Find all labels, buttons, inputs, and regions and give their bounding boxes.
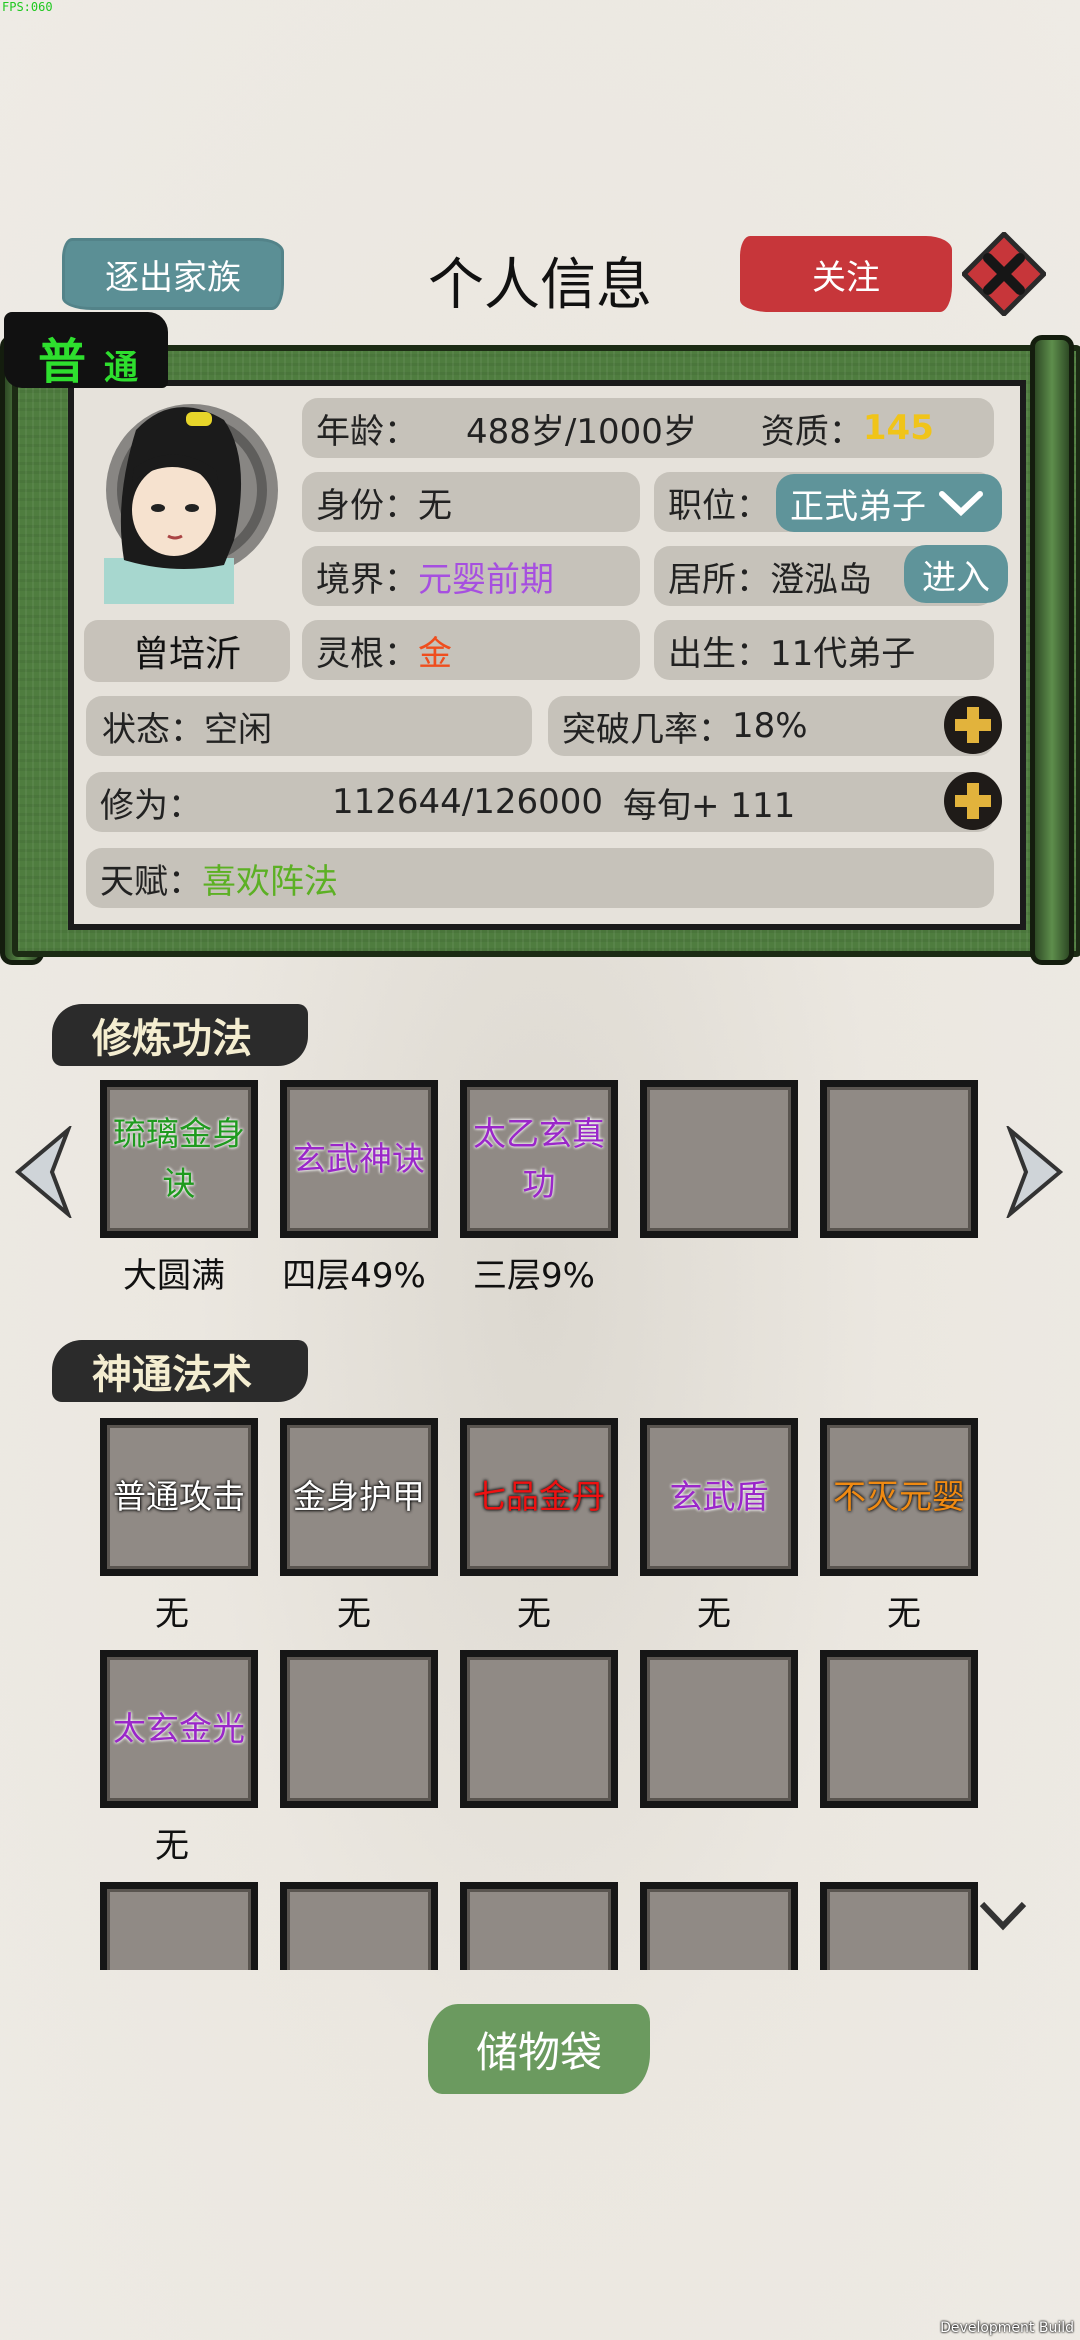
enter-residence-button[interactable]: 进入 — [904, 545, 1008, 603]
residence-label: 居所： — [668, 559, 770, 600]
technique-name: 玄武神诀 — [293, 1139, 425, 1178]
spell-name: 玄武盾 — [669, 1477, 769, 1516]
spell-slot-1[interactable]: 普通攻击 — [100, 1418, 258, 1576]
plus-icon — [955, 707, 991, 743]
residence-value: 澄泓岛 — [770, 559, 872, 600]
spell-slot-10[interactable] — [820, 1650, 978, 1808]
spell-slot-7[interactable] — [280, 1650, 438, 1808]
techniques-section-title: 修炼功法 — [52, 1004, 308, 1066]
spell-name: 不灭元婴 — [833, 1477, 965, 1516]
age-value: 488岁/1000岁 — [466, 411, 697, 452]
grade-char-2: 通 — [104, 348, 138, 388]
technique-name: 琉璃金身诀 — [113, 1114, 245, 1203]
spell-slot-14[interactable] — [640, 1882, 798, 1970]
expel-from-family-button[interactable]: 逐出家族 — [62, 238, 284, 310]
close-button[interactable] — [960, 230, 1048, 318]
technique-slot-5[interactable] — [820, 1080, 978, 1238]
techniques-prev-arrow[interactable] — [14, 1123, 73, 1222]
technique-progress: 大圆满 — [123, 1256, 225, 1296]
talent-field: 天赋： 喜欢阵法 — [86, 848, 994, 908]
cultivation-plus-button[interactable] — [944, 772, 1002, 830]
spell-slot-15[interactable] — [820, 1882, 978, 1970]
spell-slot-8[interactable] — [460, 1650, 618, 1808]
position-label: 职位： — [668, 485, 770, 526]
realm-field: 境界： 元婴前期 — [302, 546, 640, 606]
spell-slot-5[interactable]: 不灭元婴 — [820, 1418, 978, 1576]
birth-value: 11代弟子 — [770, 633, 916, 674]
scroll-down-indicator[interactable] — [978, 1898, 1028, 1936]
position-value: 正式弟子 — [790, 486, 926, 527]
spell-grid-clip — [0, 1882, 1080, 1970]
spell-level: 无 — [517, 1594, 551, 1634]
grade-char-1: 普 — [38, 334, 87, 390]
aptitude-label: 资质： — [760, 411, 863, 452]
character-portrait — [74, 390, 284, 604]
spell-level: 无 — [697, 1594, 731, 1634]
cultivation-label: 修为： — [100, 785, 202, 826]
arrow-right-icon — [1005, 1123, 1064, 1221]
fps-counter: FPS:060 — [2, 0, 53, 14]
scroll-rod-right — [1030, 335, 1074, 965]
cultivation-value: 112644/126000 — [332, 782, 604, 822]
identity-label: 身份：无 — [316, 485, 452, 526]
page-title: 个人信息 — [428, 253, 652, 318]
technique-progress: 三层9% — [473, 1256, 595, 1296]
spirit-root-label: 灵根： — [316, 633, 418, 674]
arrow-left-icon — [14, 1123, 73, 1221]
spell-name: 太玄金光 — [113, 1709, 245, 1748]
identity-field: 身份：无 — [302, 472, 640, 532]
follow-button[interactable]: 关注 — [740, 236, 952, 312]
aptitude-value: 145 — [862, 408, 934, 448]
techniques-next-arrow[interactable] — [1005, 1123, 1064, 1222]
storage-bag-button[interactable]: 储物袋 — [428, 2004, 650, 2094]
realm-value: 元婴前期 — [418, 559, 554, 600]
plus-icon — [955, 783, 991, 819]
spell-slot-13[interactable] — [460, 1882, 618, 1970]
cultivation-field: 修为： 112644/126000 每旬+ 111 — [86, 772, 994, 832]
spell-level: 无 — [337, 1594, 371, 1634]
spell-slot-3[interactable]: 七品金丹 — [460, 1418, 618, 1576]
spell-level: 无 — [155, 1594, 189, 1634]
technique-slot-1[interactable]: 琉璃金身诀 — [100, 1080, 258, 1238]
breakthrough-plus-button[interactable] — [944, 696, 1002, 754]
chevron-down-icon — [939, 491, 983, 517]
spell-slot-6[interactable]: 太玄金光 — [100, 1650, 258, 1808]
spirit-root-value: 金 — [418, 633, 452, 674]
technique-name: 太乙玄真功 — [473, 1114, 605, 1203]
spell-level: 无 — [887, 1594, 921, 1634]
spell-level: 无 — [155, 1826, 189, 1866]
spell-slot-2[interactable]: 金身护甲 — [280, 1418, 438, 1576]
breakthrough-label: 突破几率： — [562, 709, 732, 750]
development-build-label: Development Build — [940, 2320, 1074, 2336]
character-name: 曾培沂 — [84, 620, 290, 682]
chevron-down-icon — [979, 1901, 1027, 1931]
breakthrough-value: 18% — [732, 706, 808, 746]
spell-slot-11[interactable] — [100, 1882, 258, 1970]
spells-section-title: 神通法术 — [52, 1340, 308, 1402]
status-field: 状态：空闲 — [86, 696, 532, 756]
cultivation-rate: 每旬+ 111 — [623, 785, 796, 826]
birth-label: 出生： — [668, 633, 770, 674]
technique-slot-2[interactable]: 玄武神诀 — [280, 1080, 438, 1238]
spell-slot-9[interactable] — [640, 1650, 798, 1808]
spell-slot-12[interactable] — [280, 1882, 438, 1970]
age-label: 年龄： — [316, 411, 418, 452]
close-icon — [960, 230, 1048, 318]
spirit-root-field: 灵根： 金 — [302, 620, 640, 680]
position-dropdown[interactable]: 正式弟子 — [776, 474, 1002, 532]
birth-field: 出生： 11代弟子 — [654, 620, 994, 680]
breakthrough-field: 突破几率： 18% — [548, 696, 994, 756]
spell-slot-4[interactable]: 玄武盾 — [640, 1418, 798, 1576]
spell-name: 七品金丹 — [473, 1477, 605, 1516]
talent-value: 喜欢阵法 — [202, 861, 338, 902]
talent-label: 天赋： — [100, 861, 202, 902]
status-label: 状态：空闲 — [102, 709, 272, 750]
age-aptitude-field: 年龄： 488岁/1000岁 资质： 145 — [302, 398, 994, 458]
realm-label: 境界： — [316, 559, 418, 600]
spell-name: 普通攻击 — [113, 1477, 245, 1516]
technique-slot-4[interactable] — [640, 1080, 798, 1238]
spell-name: 金身护甲 — [293, 1477, 425, 1516]
technique-slot-3[interactable]: 太乙玄真功 — [460, 1080, 618, 1238]
technique-progress: 四层49% — [282, 1256, 426, 1296]
